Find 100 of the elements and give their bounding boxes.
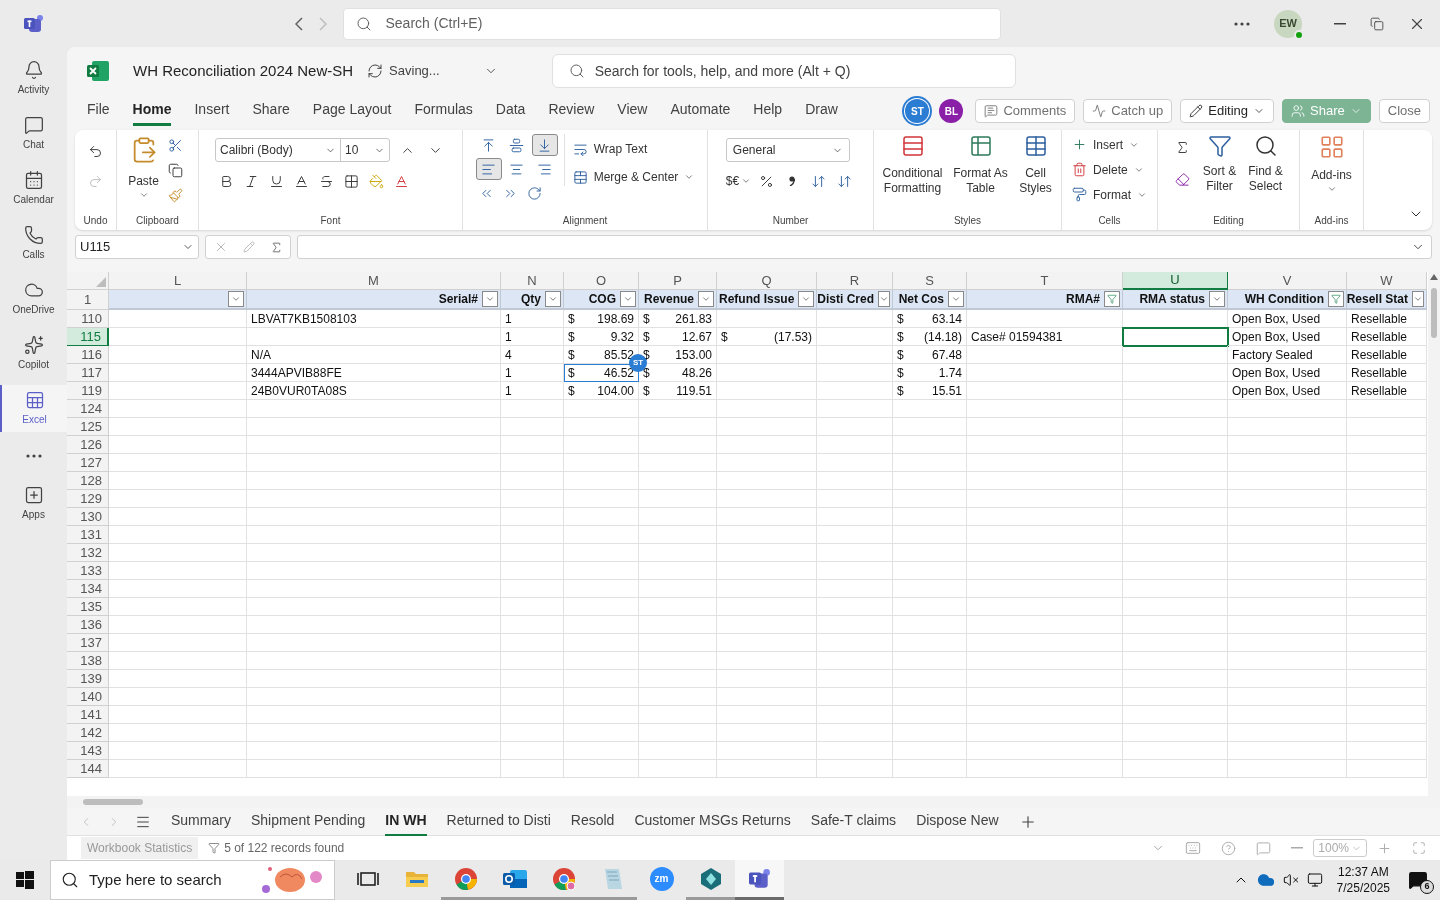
add-ins-button[interactable]: Add-ins [1311, 134, 1352, 194]
row-header[interactable]: 129 [67, 490, 109, 508]
currency-button[interactable]: $€ [725, 172, 752, 190]
column-header[interactable]: W [1347, 272, 1427, 290]
taskbar-app[interactable] [735, 860, 784, 900]
filter-button[interactable] [620, 291, 636, 307]
action-button[interactable]: Editing [1180, 99, 1275, 123]
action-button[interactable]: Close [1378, 99, 1430, 123]
cells-button[interactable]: Delete [1072, 159, 1147, 180]
menu-tab[interactable]: Draw [805, 96, 838, 126]
name-box[interactable]: U115 [75, 235, 199, 259]
filter-button[interactable] [878, 291, 890, 307]
alignment-button[interactable] [475, 158, 502, 180]
column-header[interactable]: P [639, 272, 717, 290]
filter-button[interactable] [798, 291, 814, 307]
menu-tab[interactable]: Page Layout [312, 96, 392, 126]
column-header[interactable]: M [247, 272, 501, 290]
row-header[interactable]: 132 [67, 544, 109, 562]
rail-item[interactable]: Calendar [0, 165, 67, 212]
sheet-tab[interactable]: Summary [171, 807, 231, 836]
sort-filter-button[interactable]: Sort & Filter [1199, 134, 1240, 194]
row-header[interactable]: 140 [67, 688, 109, 706]
sheet-tab[interactable]: Safe-T claims [810, 807, 897, 836]
taskbar-search-bar[interactable]: Type here to search [50, 860, 335, 900]
filter-button[interactable] [1328, 291, 1344, 307]
menu-tab[interactable]: Review [548, 96, 595, 126]
row-header[interactable]: 141 [67, 706, 109, 724]
wrap-text-button[interactable]: Wrap Text [572, 140, 695, 158]
filter-button[interactable] [948, 291, 964, 307]
row-header[interactable]: 127 [67, 454, 109, 472]
rail-item[interactable]: OneDrive [0, 275, 67, 322]
sheet-tab[interactable]: Returned to Disti [446, 807, 551, 836]
sheet-tab[interactable]: Customer MSGs Returns [634, 807, 791, 836]
cells-button[interactable]: Insert [1072, 134, 1147, 155]
rail-item[interactable]: Activity [0, 55, 67, 102]
search-field[interactable]: Search (Ctrl+E) [385, 13, 988, 34]
row-header[interactable]: 119 [67, 382, 109, 400]
row-header[interactable]: 133 [67, 562, 109, 580]
column-header[interactable]: V [1228, 272, 1347, 290]
menu-tab[interactable]: Share [252, 96, 290, 126]
sheet-tab[interactable]: Dispose New [916, 807, 999, 836]
filter-button[interactable] [1412, 291, 1424, 307]
row-header[interactable]: 130 [67, 508, 109, 526]
menu-tab[interactable]: Automate [670, 96, 731, 126]
sheet-tab[interactable]: Resold [570, 807, 615, 836]
collaborator-avatar[interactable]: BL [939, 99, 964, 123]
column-header[interactable]: Q [717, 272, 817, 290]
filter-button[interactable] [1104, 291, 1120, 307]
search-bar[interactable]: Search for tools, help, and more (Alt + Q) [551, 54, 1016, 88]
row-header[interactable]: 137 [67, 634, 109, 652]
column-header[interactable]: U [1123, 272, 1228, 290]
column-header[interactable]: O [564, 272, 639, 290]
taskbar-search-field[interactable]: Type here to search [89, 868, 248, 892]
filter-button[interactable] [482, 291, 498, 307]
rail-item[interactable]: Apps [0, 480, 67, 527]
row-header[interactable]: 110 [67, 310, 109, 328]
filter-button[interactable] [545, 291, 561, 307]
alignment-button[interactable] [531, 134, 558, 156]
row-header[interactable]: 115 [67, 328, 109, 346]
menu-tab[interactable]: Home [132, 96, 172, 126]
menu-tab[interactable]: Insert [194, 96, 230, 126]
row-header[interactable]: 135 [67, 598, 109, 616]
row-header[interactable]: 128 [67, 472, 109, 490]
row-header[interactable]: 1 [67, 290, 109, 310]
action-button[interactable]: Catch up [1083, 99, 1173, 123]
windows-start-icon[interactable] [16, 871, 34, 889]
style-button[interactable]: Conditional Formatting [879, 134, 946, 196]
menu-tab[interactable]: Formulas [414, 96, 473, 126]
row-header[interactable]: 144 [67, 760, 109, 778]
font-name-field[interactable]: Calibri (Body) [215, 138, 341, 162]
row-header[interactable]: 126 [67, 436, 109, 454]
search-bar[interactable]: Search (Ctrl+E) [342, 7, 1001, 40]
collaborator-avatar[interactable]: ST [905, 99, 930, 123]
search-field[interactable]: Search for tools, help, and more (Alt + Q) [594, 60, 999, 82]
filter-button[interactable] [228, 291, 244, 307]
menu-tab[interactable]: View [617, 96, 648, 126]
scroll-up-icon[interactable] [1430, 274, 1438, 280]
row-header[interactable]: 142 [67, 724, 109, 742]
row-header[interactable]: 134 [67, 580, 109, 598]
menu-tab[interactable]: File [87, 96, 110, 126]
filter-button[interactable] [1209, 291, 1225, 307]
find-select-button[interactable]: Find & Select [1245, 134, 1286, 194]
row-header[interactable]: 131 [67, 526, 109, 544]
row-header[interactable]: 136 [67, 616, 109, 634]
style-button[interactable]: Format As Table [951, 134, 1010, 196]
row-header[interactable]: 143 [67, 742, 109, 760]
column-header[interactable]: L [109, 272, 247, 290]
user-avatar[interactable]: EW [1274, 9, 1302, 38]
menu-tab[interactable]: Help [753, 96, 783, 126]
row-header[interactable]: 117 [67, 364, 109, 382]
action-button[interactable]: Comments [975, 99, 1076, 123]
column-header[interactable]: S [893, 272, 967, 290]
sheet-tab[interactable]: Shipment Pending [250, 807, 366, 836]
row-header[interactable]: 124 [67, 400, 109, 418]
column-header[interactable]: T [967, 272, 1123, 290]
formula-field[interactable] [297, 235, 1432, 259]
rail-item[interactable]: Excel [0, 385, 67, 432]
rail-item[interactable]: Copilot [0, 330, 67, 377]
rail-item[interactable]: Calls [0, 220, 67, 267]
column-header[interactable]: R [817, 272, 893, 290]
